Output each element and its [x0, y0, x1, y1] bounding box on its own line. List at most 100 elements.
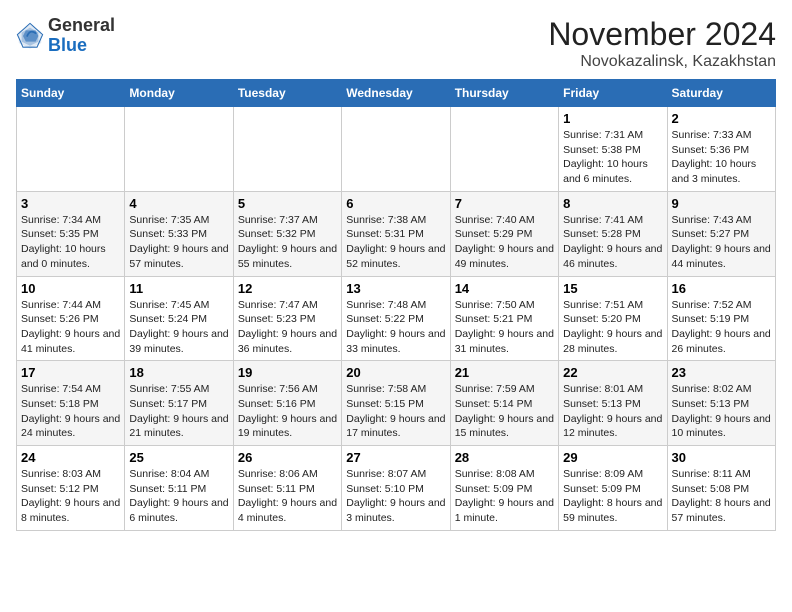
day-number: 25 — [129, 450, 228, 465]
day-info: Sunrise: 7:59 AM Sunset: 5:14 PM Dayligh… — [455, 382, 554, 441]
day-number: 26 — [238, 450, 337, 465]
weekday-header-cell: Saturday — [667, 80, 775, 107]
day-info: Sunrise: 7:33 AM Sunset: 5:36 PM Dayligh… — [672, 128, 771, 187]
day-info: Sunrise: 7:56 AM Sunset: 5:16 PM Dayligh… — [238, 382, 337, 441]
weekday-header-cell: Monday — [125, 80, 233, 107]
calendar-day-cell: 9 Sunrise: 7:43 AM Sunset: 5:27 PM Daylig… — [667, 191, 775, 276]
day-number: 14 — [455, 281, 554, 296]
day-info: Sunrise: 7:58 AM Sunset: 5:15 PM Dayligh… — [346, 382, 445, 441]
day-info: Sunrise: 7:51 AM Sunset: 5:20 PM Dayligh… — [563, 298, 662, 357]
calendar-day-cell: 1 Sunrise: 7:31 AM Sunset: 5:38 PM Daylig… — [559, 107, 667, 192]
day-number: 9 — [672, 196, 771, 211]
calendar-week-row: 24 Sunrise: 8:03 AM Sunset: 5:12 PM Dayli… — [17, 446, 776, 531]
calendar-day-cell: 6Sunrise: 7:38 AM Sunset: 5:31 PM Daylig… — [342, 191, 450, 276]
weekday-header-cell: Friday — [559, 80, 667, 107]
day-info: Sunrise: 8:01 AM Sunset: 5:13 PM Dayligh… — [563, 382, 662, 441]
calendar-day-cell: 11Sunrise: 7:45 AM Sunset: 5:24 PM Dayli… — [125, 276, 233, 361]
calendar-day-cell: 19 Sunrise: 7:56 AM Sunset: 5:16 PM Dayli… — [233, 361, 341, 446]
day-info: Sunrise: 8:11 AM Sunset: 5:08 PM Dayligh… — [672, 467, 771, 526]
calendar-day-cell: 23 Sunrise: 8:02 AM Sunset: 5:13 PM Dayli… — [667, 361, 775, 446]
day-number: 16 — [672, 281, 771, 296]
logo-general-text: General — [48, 15, 115, 35]
day-info: Sunrise: 7:35 AM Sunset: 5:33 PM Dayligh… — [129, 213, 228, 272]
calendar-week-row: 3 Sunrise: 7:34 AM Sunset: 5:35 PM Daylig… — [17, 191, 776, 276]
day-info: Sunrise: 7:40 AM Sunset: 5:29 PM Dayligh… — [455, 213, 554, 272]
day-number: 29 — [563, 450, 662, 465]
day-info: Sunrise: 7:44 AM Sunset: 5:26 PM Dayligh… — [21, 298, 120, 357]
day-number: 30 — [672, 450, 771, 465]
day-number: 28 — [455, 450, 554, 465]
calendar-day-cell: 7 Sunrise: 7:40 AM Sunset: 5:29 PM Daylig… — [450, 191, 558, 276]
day-info: Sunrise: 7:52 AM Sunset: 5:19 PM Dayligh… — [672, 298, 771, 357]
day-info: Sunrise: 7:41 AM Sunset: 5:28 PM Dayligh… — [563, 213, 662, 272]
calendar-week-row: 17Sunrise: 7:54 AM Sunset: 5:18 PM Dayli… — [17, 361, 776, 446]
day-info: Sunrise: 8:08 AM Sunset: 5:09 PM Dayligh… — [455, 467, 554, 526]
day-number: 8 — [563, 196, 662, 211]
weekday-header-row: SundayMondayTuesdayWednesdayThursdayFrid… — [17, 80, 776, 107]
calendar-day-cell: 25 Sunrise: 8:04 AM Sunset: 5:11 PM Dayli… — [125, 446, 233, 531]
day-number: 5 — [238, 196, 337, 211]
weekday-header-cell: Sunday — [17, 80, 125, 107]
calendar-table: SundayMondayTuesdayWednesdayThursdayFrid… — [16, 79, 776, 531]
day-info: Sunrise: 7:48 AM Sunset: 5:22 PM Dayligh… — [346, 298, 445, 357]
calendar-day-cell: 26Sunrise: 8:06 AM Sunset: 5:11 PM Dayli… — [233, 446, 341, 531]
day-number: 27 — [346, 450, 445, 465]
day-number: 2 — [672, 111, 771, 126]
day-number: 18 — [129, 365, 228, 380]
weekday-header-cell: Thursday — [450, 80, 558, 107]
calendar-day-cell: 3 Sunrise: 7:34 AM Sunset: 5:35 PM Daylig… — [17, 191, 125, 276]
calendar-day-cell: 2 Sunrise: 7:33 AM Sunset: 5:36 PM Daylig… — [667, 107, 775, 192]
day-number: 21 — [455, 365, 554, 380]
day-info: Sunrise: 7:31 AM Sunset: 5:38 PM Dayligh… — [563, 128, 662, 187]
day-info: Sunrise: 7:47 AM Sunset: 5:23 PM Dayligh… — [238, 298, 337, 357]
calendar-day-cell: 28 Sunrise: 8:08 AM Sunset: 5:09 PM Dayli… — [450, 446, 558, 531]
calendar-day-cell: 14 Sunrise: 7:50 AM Sunset: 5:21 PM Dayli… — [450, 276, 558, 361]
day-number: 10 — [21, 281, 120, 296]
day-number: 19 — [238, 365, 337, 380]
calendar-day-cell: 12 Sunrise: 7:47 AM Sunset: 5:23 PM Dayli… — [233, 276, 341, 361]
calendar-day-cell: 16 Sunrise: 7:52 AM Sunset: 5:19 PM Dayli… — [667, 276, 775, 361]
logo: General Blue — [16, 16, 115, 56]
calendar-day-cell — [125, 107, 233, 192]
day-info: Sunrise: 8:04 AM Sunset: 5:11 PM Dayligh… — [129, 467, 228, 526]
calendar-day-cell: 27Sunrise: 8:07 AM Sunset: 5:10 PM Dayli… — [342, 446, 450, 531]
calendar-day-cell: 15Sunrise: 7:51 AM Sunset: 5:20 PM Dayli… — [559, 276, 667, 361]
calendar-day-cell — [17, 107, 125, 192]
day-number: 7 — [455, 196, 554, 211]
title-block: November 2024 Novokazalinsk, Kazakhstan — [548, 16, 776, 71]
day-number: 13 — [346, 281, 445, 296]
day-info: Sunrise: 7:43 AM Sunset: 5:27 PM Dayligh… — [672, 213, 771, 272]
day-number: 17 — [21, 365, 120, 380]
calendar-day-cell: 21 Sunrise: 7:59 AM Sunset: 5:14 PM Dayli… — [450, 361, 558, 446]
generalblue-icon — [16, 22, 44, 50]
location-title: Novokazalinsk, Kazakhstan — [548, 53, 776, 71]
calendar-body: 1 Sunrise: 7:31 AM Sunset: 5:38 PM Daylig… — [17, 107, 776, 531]
day-number: 1 — [563, 111, 662, 126]
month-title: November 2024 — [548, 16, 776, 53]
day-number: 24 — [21, 450, 120, 465]
day-info: Sunrise: 7:50 AM Sunset: 5:21 PM Dayligh… — [455, 298, 554, 357]
day-number: 4 — [129, 196, 228, 211]
calendar-day-cell: 4 Sunrise: 7:35 AM Sunset: 5:33 PM Daylig… — [125, 191, 233, 276]
calendar-day-cell: 17Sunrise: 7:54 AM Sunset: 5:18 PM Dayli… — [17, 361, 125, 446]
day-info: Sunrise: 8:03 AM Sunset: 5:12 PM Dayligh… — [21, 467, 120, 526]
calendar-week-row: 1 Sunrise: 7:31 AM Sunset: 5:38 PM Daylig… — [17, 107, 776, 192]
day-number: 12 — [238, 281, 337, 296]
day-info: Sunrise: 8:09 AM Sunset: 5:09 PM Dayligh… — [563, 467, 662, 526]
calendar-day-cell: 10 Sunrise: 7:44 AM Sunset: 5:26 PM Dayli… — [17, 276, 125, 361]
weekday-header-cell: Wednesday — [342, 80, 450, 107]
day-number: 6 — [346, 196, 445, 211]
day-number: 20 — [346, 365, 445, 380]
day-number: 23 — [672, 365, 771, 380]
day-info: Sunrise: 8:02 AM Sunset: 5:13 PM Dayligh… — [672, 382, 771, 441]
calendar-day-cell: 18Sunrise: 7:55 AM Sunset: 5:17 PM Dayli… — [125, 361, 233, 446]
calendar-day-cell — [450, 107, 558, 192]
day-number: 3 — [21, 196, 120, 211]
logo-blue-text: Blue — [48, 35, 87, 55]
day-info: Sunrise: 7:37 AM Sunset: 5:32 PM Dayligh… — [238, 213, 337, 272]
day-info: Sunrise: 7:45 AM Sunset: 5:24 PM Dayligh… — [129, 298, 228, 357]
calendar-day-cell: 8 Sunrise: 7:41 AM Sunset: 5:28 PM Daylig… — [559, 191, 667, 276]
calendar-day-cell: 13 Sunrise: 7:48 AM Sunset: 5:22 PM Dayli… — [342, 276, 450, 361]
day-info: Sunrise: 7:34 AM Sunset: 5:35 PM Dayligh… — [21, 213, 120, 272]
weekday-header-cell: Tuesday — [233, 80, 341, 107]
